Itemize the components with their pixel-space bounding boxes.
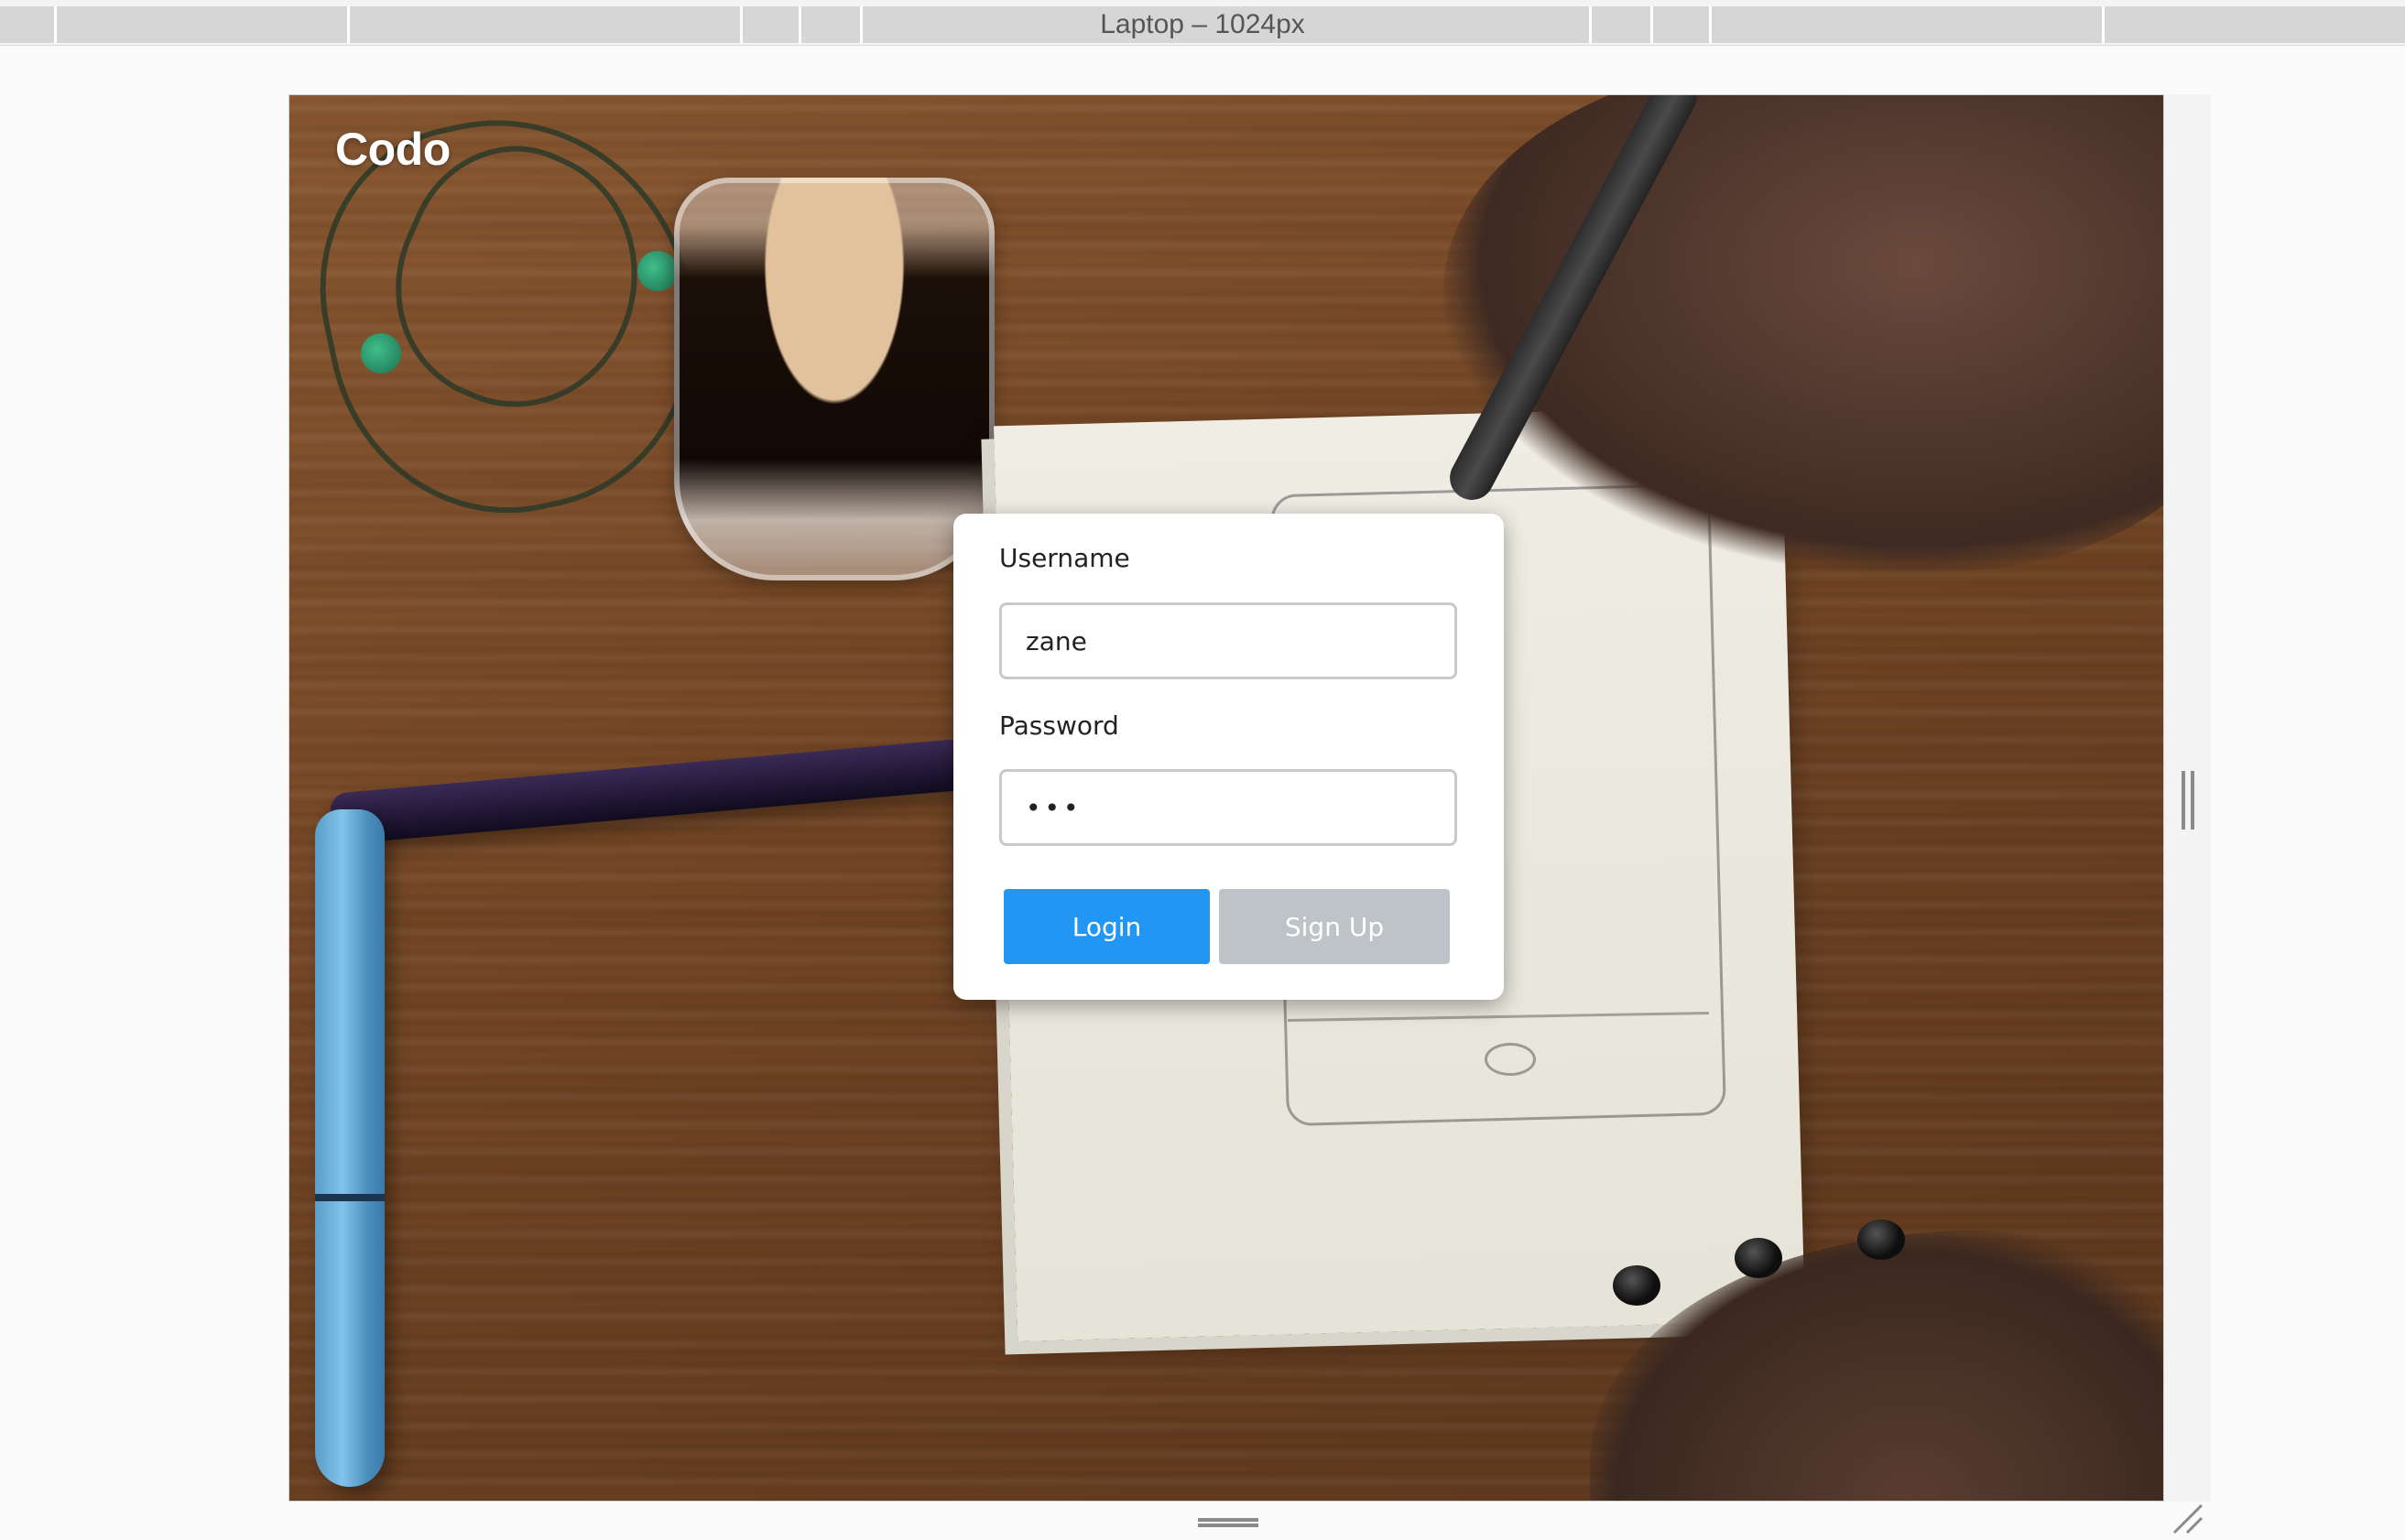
- username-input[interactable]: [999, 602, 1457, 679]
- nail-illustration: [1857, 1220, 1905, 1260]
- earbud-illustration: [361, 333, 401, 374]
- coffee-glass-illustration: [674, 178, 995, 580]
- password-input[interactable]: [999, 769, 1457, 846]
- nail-illustration: [1735, 1238, 1782, 1278]
- blue-pen-illustration: [315, 809, 385, 1487]
- sketch-home-button: [1485, 1043, 1536, 1076]
- nail-illustration: [1613, 1265, 1660, 1306]
- device-viewport: Codo Username Password Login Sign Up: [288, 94, 2164, 1502]
- earbud-illustration: [637, 251, 678, 291]
- username-label: Username: [999, 543, 1130, 573]
- vertical-grip-icon[interactable]: [2182, 771, 2194, 830]
- sign-up-button[interactable]: Sign Up: [1219, 889, 1450, 964]
- pen-band: [315, 1194, 385, 1201]
- responsive-ruler: Laptop – 1024px: [0, 0, 2405, 46]
- password-label: Password: [999, 710, 1119, 741]
- dark-pen-illustration: [329, 732, 1027, 846]
- diagonal-resize-icon[interactable]: [2171, 1502, 2204, 1535]
- horizontal-grip-icon[interactable]: [1198, 1518, 1258, 1527]
- device-size-label: Laptop – 1024px: [1100, 9, 1305, 39]
- login-card: Username Password Login Sign Up: [953, 514, 1504, 1000]
- brand-logo[interactable]: Codo: [335, 123, 451, 176]
- login-button[interactable]: Login: [1004, 889, 1210, 964]
